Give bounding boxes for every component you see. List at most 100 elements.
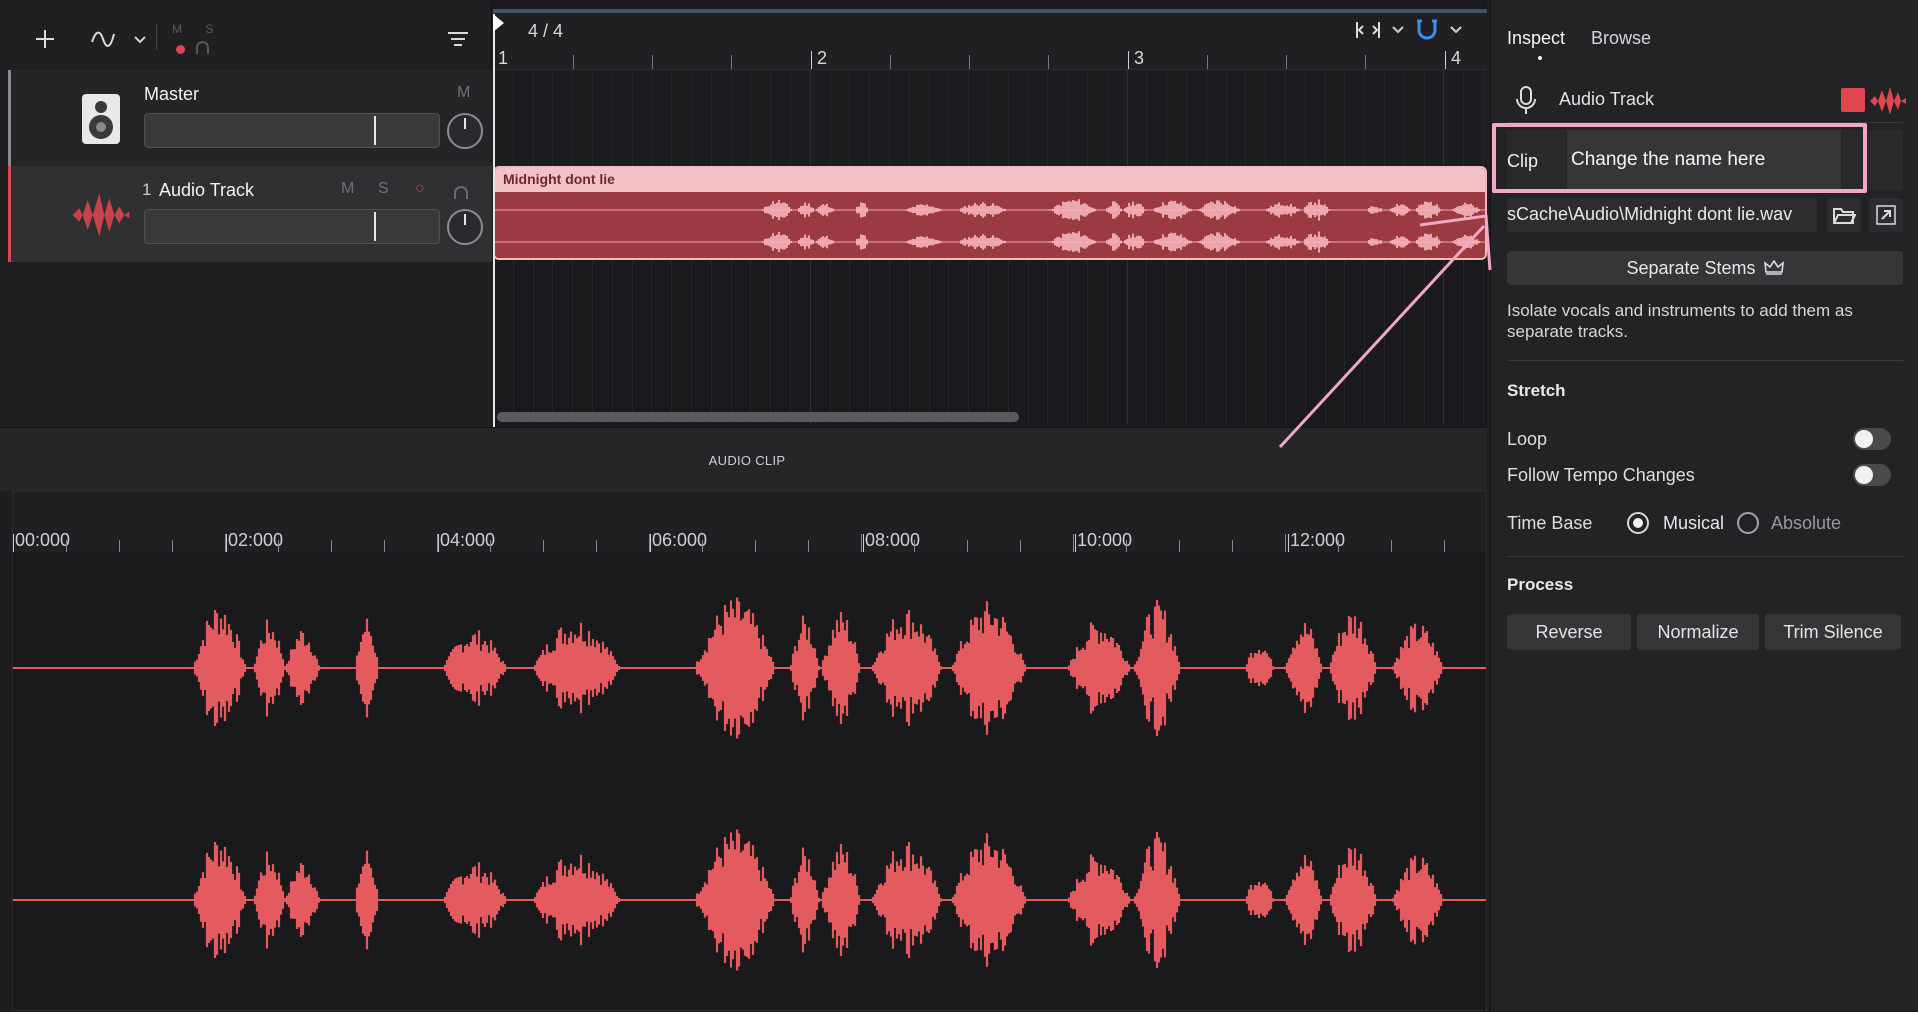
separate-stems-label: Separate Stems [1626,257,1756,278]
waveform-icon[interactable] [1869,86,1907,116]
toolbar-divider [156,24,157,50]
time-tick [914,540,915,552]
audio-clip[interactable]: Midnight dont lie [493,166,1487,260]
absolute-label[interactable]: Absolute [1771,513,1841,534]
reveal-file-button[interactable] [1869,198,1903,232]
musical-label[interactable]: Musical [1663,513,1724,534]
editor-waveform[interactable] [13,552,1486,1012]
clip-waveform[interactable] [495,192,1485,258]
ruler-tools [1355,19,1463,41]
monitor-icon[interactable] [454,186,468,199]
reverse-button[interactable]: Reverse [1507,614,1631,650]
editor-header: AUDIO CLIP [0,427,1487,491]
record-dot-icon [176,45,185,54]
master-lane[interactable] [493,70,1487,166]
normalize-label: Normalize [1657,621,1739,642]
curve-icon [91,31,115,47]
bar-label: 4 [1451,48,1462,68]
time-tick [1179,540,1180,552]
time-tick-major [1075,534,1076,552]
time-tick [543,540,544,552]
track-panel: M S Master M 1 Audio Track M S ○ [0,0,492,427]
volume-fader[interactable] [144,113,440,148]
filter-lines-icon [448,32,468,46]
clip-name-row: Clip [1507,130,1903,190]
time-tick [596,540,597,552]
chevron-down-icon[interactable] [1391,25,1405,35]
playhead-marker[interactable] [493,14,504,32]
time-label: 06:000 [652,530,708,550]
loop-toggle[interactable] [1853,428,1891,450]
ruler-tick [1207,55,1208,69]
editor-title: AUDIO CLIP [708,453,786,468]
clip-label: Clip [1507,151,1539,171]
inspector-track-row: Audio Track [1507,86,1906,116]
mute-button[interactable]: M [457,84,470,102]
time-tick [702,540,703,552]
track-filter-button[interactable] [444,26,472,52]
automation-button[interactable] [88,24,118,54]
time-tick [1020,540,1021,552]
time-tick [1126,540,1127,552]
solo-button[interactable]: S [378,180,389,198]
ruler-tick [731,55,732,69]
trim-silence-button[interactable]: Trim Silence [1765,614,1901,650]
track-name: Master [144,84,200,104]
plus-icon [36,30,54,48]
pan-knob[interactable] [447,113,483,149]
volume-fader[interactable] [144,209,440,244]
time-tick [755,540,756,552]
timeline-ruler[interactable]: 4 / 4 1 2 3 4 [493,13,1487,70]
track-color-swatch[interactable] [1841,88,1865,112]
normalize-button[interactable]: Normalize [1637,614,1759,650]
pan-knob[interactable] [447,209,483,245]
mini-ms-label: M S [172,22,224,36]
time-tick-major [13,534,14,552]
absolute-radio[interactable] [1737,512,1759,534]
automation-dropdown-button[interactable] [130,30,150,50]
ruler-tick [890,55,891,69]
open-folder-button[interactable] [1827,198,1861,232]
horizontal-scrollbar[interactable] [497,412,1019,422]
bar-label: 2 [817,48,828,68]
bar-label: 3 [1134,48,1145,68]
audio-clip-editor[interactable]: 00:000 02:000 04:000 06:000 08:000 10:000 12:0… [12,491,1487,1011]
time-signature[interactable]: 4 / 4 [528,21,563,42]
tab-inspect[interactable]: Inspect [1507,28,1565,60]
trim-silence-label: Trim Silence [1783,621,1883,642]
crown-icon [1763,260,1784,275]
time-tick [808,540,809,552]
ruler-tick [573,55,574,69]
fit-width-icon[interactable] [1355,20,1381,40]
follow-tempo-toggle[interactable] [1853,464,1891,486]
time-tick [1338,540,1339,552]
clip-header[interactable]: Midnight dont lie [495,168,1485,192]
divider [1507,556,1903,557]
chevron-down-icon[interactable] [1449,25,1463,35]
time-tick [278,540,279,552]
track-master[interactable]: Master M [8,70,492,166]
time-tick [1444,540,1445,552]
track-audio[interactable]: 1 Audio Track M S ○ [8,166,492,262]
magnet-snap-icon[interactable] [1415,19,1439,41]
clip-waveform-graphic [495,199,1485,253]
add-track-button[interactable] [30,24,60,54]
mute-button[interactable]: M [341,180,354,198]
time-tick [66,540,67,552]
separate-stems-button[interactable]: Separate Stems [1507,251,1903,285]
time-tick [1232,540,1233,552]
time-label: 12:000 [1290,530,1346,550]
tab-browse[interactable]: Browse [1591,28,1651,49]
record-arm-button[interactable]: ○ [415,180,425,198]
reverse-label: Reverse [1535,621,1603,642]
editor-time-ruler[interactable]: 00:000 02:000 04:000 06:000 08:000 10:000 12:0… [13,492,1486,552]
microphone-icon [1516,86,1536,114]
clip-name-field[interactable] [1567,130,1841,190]
ruler-tick [652,55,653,69]
file-path-field[interactable]: sCache\Audio\Midnight dont lie.wav [1507,198,1817,232]
ruler-tick [1286,55,1287,69]
ruler-tick [1445,51,1446,69]
loop-label: Loop [1507,429,1548,449]
time-tick [1391,540,1392,552]
musical-radio[interactable] [1627,512,1649,534]
